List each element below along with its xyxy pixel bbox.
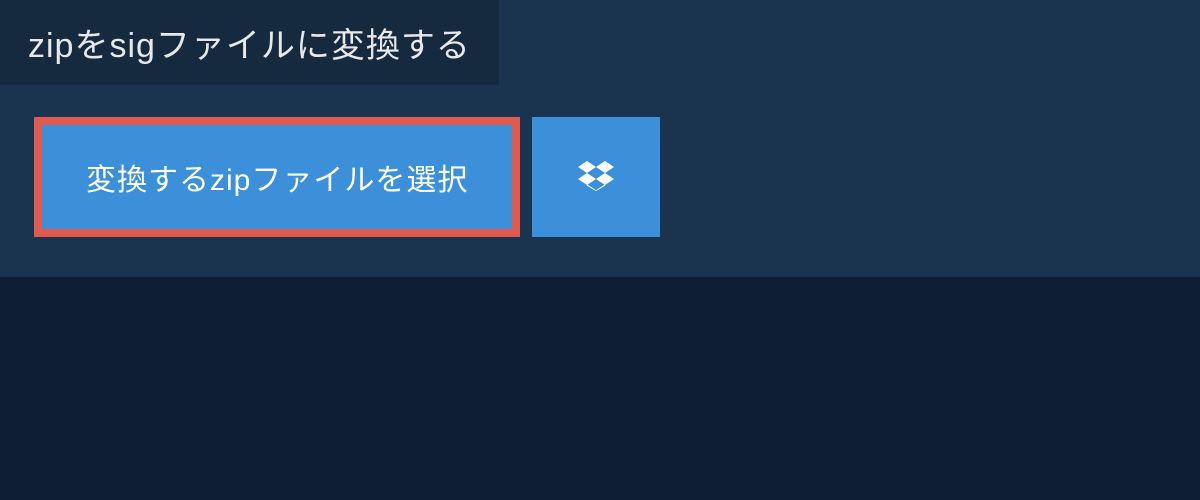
converter-panel: zipをsigファイルに変換する 変換するzipファイルを選択 <box>0 0 1200 277</box>
button-row: 変換するzipファイルを選択 <box>0 85 1200 277</box>
select-file-button[interactable]: 変換するzipファイルを選択 <box>34 117 520 237</box>
heading-container: zipをsigファイルに変換する <box>0 0 499 85</box>
select-file-label: 変換するzipファイルを選択 <box>86 155 468 199</box>
page-title: zipをsigファイルに変換する <box>28 18 471 67</box>
dropbox-button[interactable] <box>532 117 660 237</box>
dropbox-icon <box>578 158 614 197</box>
